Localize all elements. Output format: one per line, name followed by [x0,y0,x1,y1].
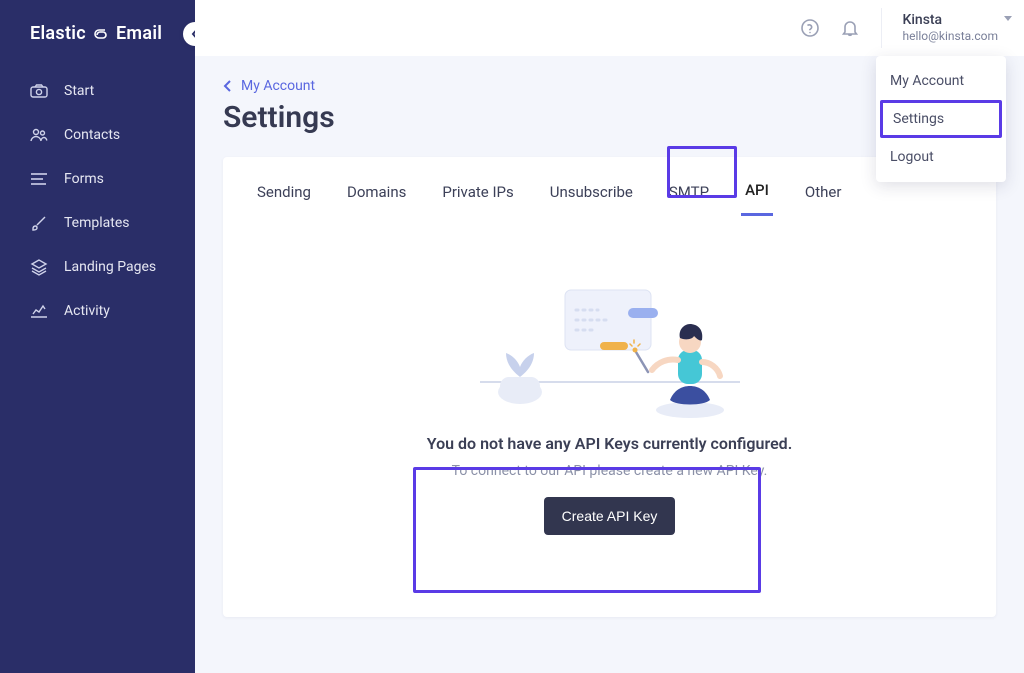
tab-domains[interactable]: Domains [343,177,410,215]
settings-card: Sending Domains Private IPs Unsubscribe … [223,157,996,617]
tab-sending[interactable]: Sending [253,177,315,215]
sidebar-item-label: Forms [64,171,104,187]
account-name: Kinsta [902,12,998,29]
sidebar-item-landing-pages[interactable]: Landing Pages [0,245,195,289]
divider [881,8,882,48]
empty-state: You do not have any API Keys currently c… [223,434,996,535]
breadcrumb-label: My Account [241,78,315,94]
help-icon[interactable] [799,17,821,39]
brush-icon [30,214,48,232]
sidebar-nav: Start Contacts Forms Templates Landing P… [0,69,195,333]
dropdown-item-logout[interactable]: Logout [876,138,1006,176]
sidebar-item-forms[interactable]: Forms [0,157,195,201]
topbar: Kinsta hello@kinsta.com [195,0,1024,56]
sidebar-item-start[interactable]: Start [0,69,195,113]
sidebar-item-activity[interactable]: Activity [0,289,195,333]
empty-state-illustration [223,216,996,434]
lines-icon [30,172,48,186]
tab-private-ips[interactable]: Private IPs [438,177,517,215]
camera-icon [30,83,48,99]
tab-other[interactable]: Other [801,177,846,215]
chart-icon [30,303,48,319]
empty-state-subtitle: To connect to our API please create a ne… [243,463,976,479]
sidebar: Elastic Email Start Contacts Forms [0,0,195,673]
sidebar-item-label: Start [64,83,94,99]
sidebar-item-label: Contacts [64,127,120,143]
tab-unsubscribe[interactable]: Unsubscribe [546,177,637,215]
dropdown-item-settings[interactable]: Settings [880,100,1002,138]
tab-api[interactable]: API [741,175,773,216]
sidebar-item-label: Activity [64,303,110,319]
dropdown-item-my-account[interactable]: My Account [876,62,1006,100]
account-dropdown: My Account Settings Logout [876,56,1006,182]
sidebar-item-label: Landing Pages [64,259,156,275]
empty-state-title: You do not have any API Keys currently c… [243,434,976,453]
bell-icon[interactable] [839,17,861,39]
layers-icon [30,258,48,276]
brand-word-b: Email [116,23,162,44]
chevron-left-icon [223,80,233,92]
tab-smtp[interactable]: SMTP [665,177,713,215]
people-icon [30,127,48,143]
sidebar-item-templates[interactable]: Templates [0,201,195,245]
account-menu-trigger[interactable]: Kinsta hello@kinsta.com [902,12,1010,43]
brand-word-a: Elastic [30,23,86,44]
sidebar-item-label: Templates [64,215,130,231]
create-api-key-button[interactable]: Create API Key [544,497,676,535]
account-email: hello@kinsta.com [902,29,998,43]
brand-logo[interactable]: Elastic Email [0,15,195,69]
caret-down-icon [1004,16,1012,21]
sidebar-item-contacts[interactable]: Contacts [0,113,195,157]
paperclip-icon [92,29,110,41]
